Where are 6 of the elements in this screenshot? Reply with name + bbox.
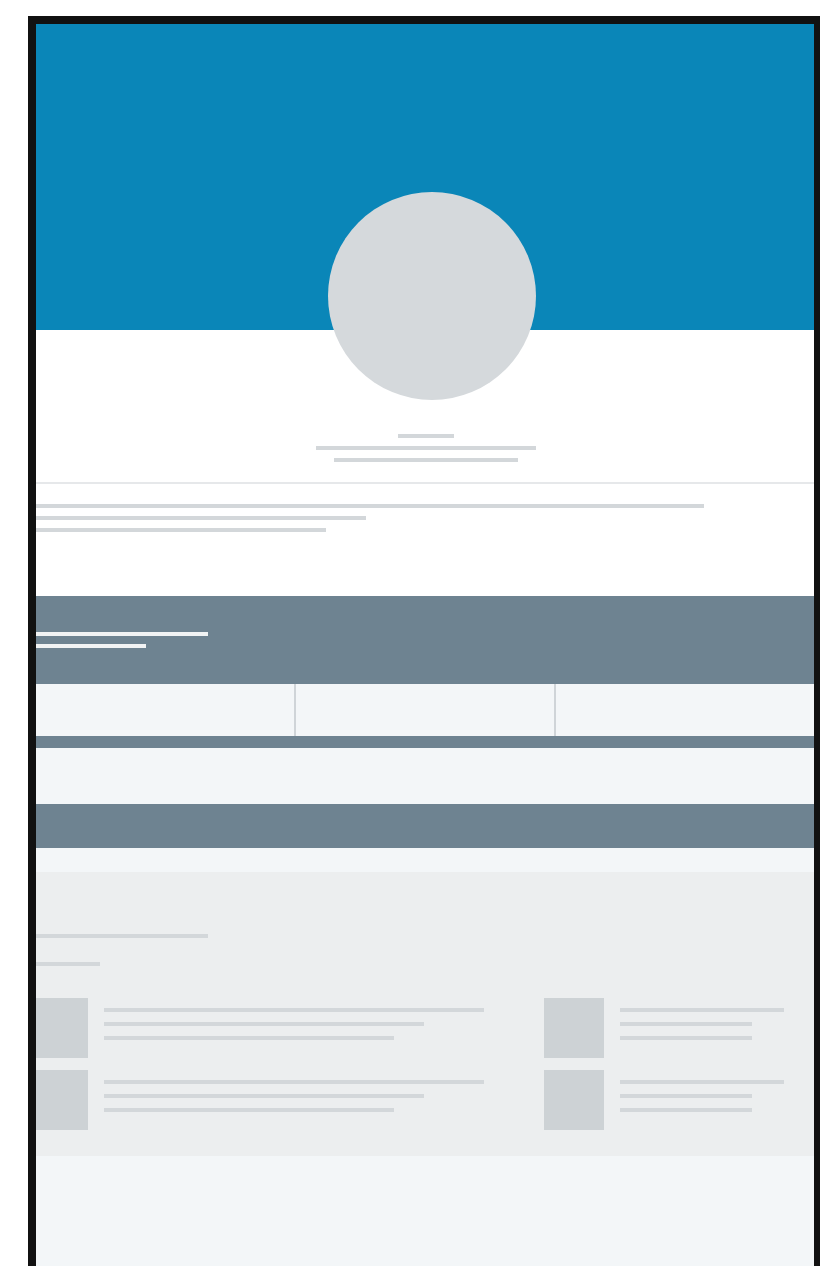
- thumbnail-placeholder: [36, 998, 88, 1058]
- placeholder-line: [36, 644, 146, 648]
- thumbnail-placeholder: [544, 1070, 604, 1130]
- thumbnail-placeholder: [544, 998, 604, 1058]
- placeholder-line: [397, 434, 453, 438]
- thumbnail-placeholder: [36, 1070, 88, 1130]
